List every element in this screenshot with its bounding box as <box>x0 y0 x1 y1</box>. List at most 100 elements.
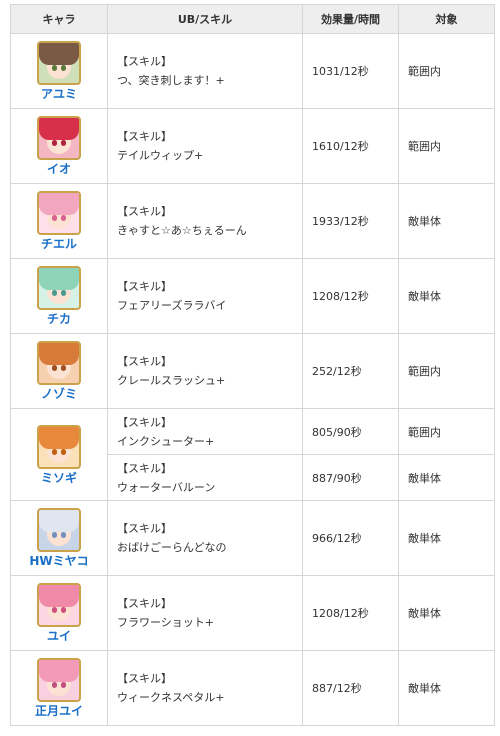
portrait-eye <box>61 215 66 221</box>
character-portrait[interactable] <box>37 658 81 702</box>
portrait-eye <box>52 215 57 221</box>
character-portrait[interactable] <box>37 424 81 469</box>
amount-cell: 252/12秒 <box>302 333 399 409</box>
skill-name: ウォーターバルーン <box>117 480 216 494</box>
skill-cell: 【スキル】 つ、突き刺します！+ <box>107 33 303 109</box>
character-portrait[interactable] <box>37 583 81 627</box>
portrait-eye <box>61 682 66 688</box>
portrait-hair <box>39 660 79 682</box>
character-portrait[interactable] <box>37 116 81 160</box>
target-cell: 範囲内 <box>398 108 495 184</box>
amount-cell: 887/90秒 <box>302 454 399 501</box>
header-target: 対象 <box>398 4 495 34</box>
character-name-link[interactable]: アユミ <box>13 87 105 101</box>
header-character: キャラ <box>10 4 108 34</box>
character-name-link[interactable]: ノゾミ <box>13 387 105 401</box>
skill-name: テイルウィップ+ <box>117 149 204 162</box>
character-name-link[interactable]: イオ <box>13 162 105 176</box>
portrait-hair <box>39 426 79 449</box>
portrait-eye <box>52 65 57 71</box>
character-portrait[interactable] <box>37 41 81 85</box>
portrait-eye <box>61 365 66 371</box>
table-row: イオ 【スキル】 テイルウィップ+ 1610/12秒 範囲内 <box>10 108 495 184</box>
portrait-hair <box>39 268 79 290</box>
skill-cell: 【スキル】クレールスラッシュ+ <box>107 333 303 409</box>
character-name-link[interactable]: ミソギ <box>13 471 105 485</box>
amount-cell: 966/12秒 <box>302 500 399 576</box>
skill-cell: 【スキル】ウォーターバルーン <box>107 454 303 501</box>
amount-cell: 887/12秒 <box>302 650 399 726</box>
portrait-eye <box>52 140 57 146</box>
portrait-eye <box>52 532 57 538</box>
target-cell: 敵単体 <box>398 650 495 726</box>
character-cell: ノゾミ <box>10 333 108 409</box>
character-cell: イオ <box>10 108 108 184</box>
skill-label: 【スキル】 <box>117 280 172 293</box>
skill-label: 【スキル】 <box>117 522 172 535</box>
character-name-link[interactable]: ユイ <box>13 629 105 643</box>
header-amount: 効果量/時間 <box>302 4 399 34</box>
target-cell: 敵単体 <box>398 183 495 259</box>
portrait-eye <box>52 607 57 613</box>
portrait-eye <box>61 448 66 455</box>
character-portrait[interactable] <box>37 508 81 552</box>
portrait-eye <box>52 290 57 296</box>
character-cell: ミソギ <box>10 408 108 501</box>
table-row: チエル 【スキル】 きゃすと☆あ☆ちぇるーん 1933/12秒 敵単体 <box>10 183 495 259</box>
target-cell: 敵単体 <box>398 454 495 501</box>
character-cell: HWミヤコ <box>10 500 108 576</box>
portrait-eye <box>52 448 57 455</box>
target-cell: 範囲内 <box>398 33 495 109</box>
skill-name: フェアリーズララバイ <box>117 299 227 312</box>
character-name-link[interactable]: HWミヤコ <box>13 554 105 568</box>
portrait-eye <box>61 65 66 71</box>
character-name-link[interactable]: 正月ユイ <box>13 704 105 718</box>
character-portrait[interactable] <box>37 341 81 385</box>
skill-name: おばけごーらんどなの <box>117 541 227 554</box>
portrait-eye <box>61 290 66 296</box>
portrait-hair <box>39 510 79 532</box>
portrait-hair <box>39 193 79 215</box>
header-skill: UB/スキル <box>107 4 303 34</box>
amount-cell: 805/90秒 <box>302 408 399 455</box>
skill-cell: 【スキル】 インクシューター+ <box>107 408 303 455</box>
target-cell: 敵単体 <box>398 575 495 651</box>
portrait-eye <box>61 607 66 613</box>
skill-cell: 【スキル】 きゃすと☆あ☆ちぇるーん <box>107 183 303 259</box>
character-name-link[interactable]: チカ <box>13 312 105 326</box>
amount-cell: 1933/12秒 <box>302 183 399 259</box>
portrait-eye <box>52 682 57 688</box>
target-cell: 敵単体 <box>398 500 495 576</box>
skill-cell: 【スキル】フェアリーズララバイ <box>107 258 303 334</box>
character-cell: チエル <box>10 183 108 259</box>
skill-label: 【スキル】 <box>117 672 172 685</box>
skill-label: 【スキル】 <box>117 597 172 610</box>
portrait-hair <box>39 118 79 140</box>
character-cell: アユミ <box>10 33 108 109</box>
skill-cell: 【スキル】 ウィークネスペタル+ <box>107 650 303 726</box>
character-portrait[interactable] <box>37 266 81 310</box>
amount-cell: 1031/12秒 <box>302 33 399 109</box>
skill-label: 【スキル】 <box>117 205 172 218</box>
character-cell: 正月ユイ <box>10 650 108 726</box>
table-row: ユイ 【スキル】 フラワーショット+ 1208/12秒 敵単体 <box>10 575 495 651</box>
character-portrait[interactable] <box>37 191 81 235</box>
amount-cell: 1208/12秒 <box>302 258 399 334</box>
table-row: チカ 【スキル】 フェアリーズララバイ 1208/12秒 敵単体 <box>10 258 495 334</box>
character-name-link[interactable]: チエル <box>13 237 105 251</box>
target-cell: 範囲内 <box>398 333 495 409</box>
portrait-eye <box>61 140 66 146</box>
skill-name: クレールスラッシュ+ <box>117 374 226 387</box>
portrait-hair <box>39 343 79 365</box>
portrait-hair <box>39 43 79 65</box>
target-cell: 範囲内 <box>398 408 495 455</box>
skill-label: 【スキル】 <box>117 355 172 368</box>
target-cell: 敵単体 <box>398 258 495 334</box>
skill-label: 【スキル】 <box>117 130 172 143</box>
table-row: 正月ユイ 【スキル】 ウィークネスペタル+ 887/12秒 敵単体 <box>10 650 495 726</box>
skill-name: フラワーショット+ <box>117 616 214 629</box>
character-cell: チカ <box>10 258 108 334</box>
skill-label: 【スキル】 <box>117 461 172 475</box>
skill-name: インクシューター+ <box>117 434 215 448</box>
character-cell: ユイ <box>10 575 108 651</box>
